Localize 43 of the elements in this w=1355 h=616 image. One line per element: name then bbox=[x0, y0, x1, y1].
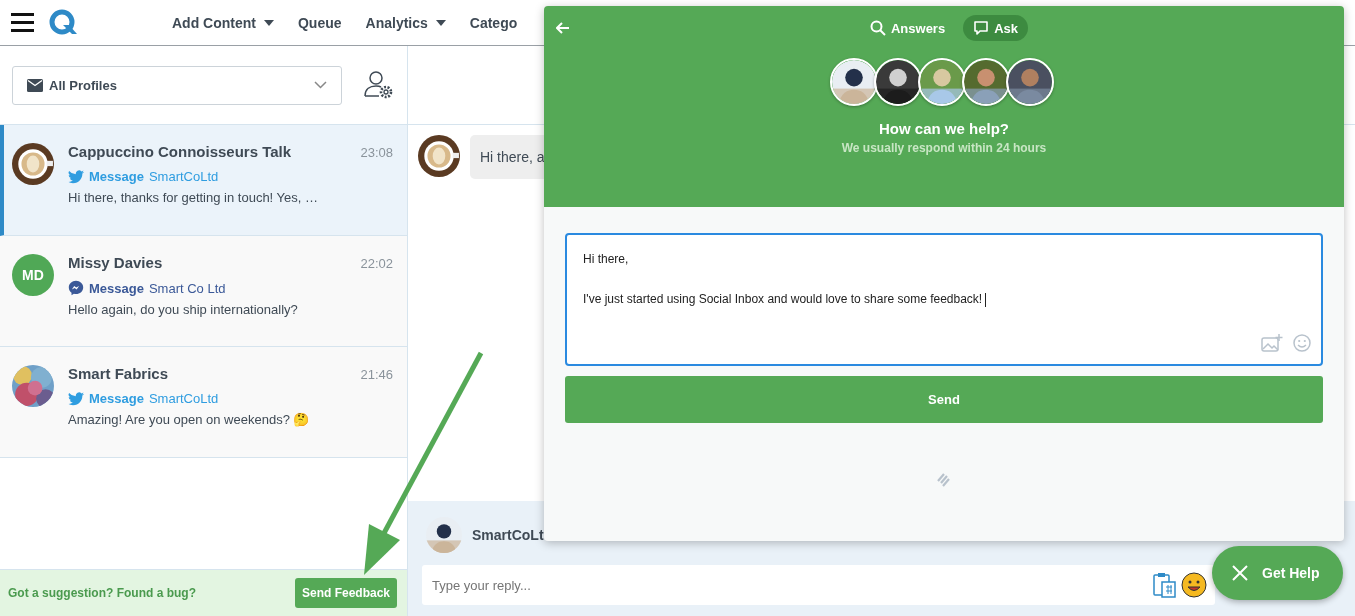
account-name: SmartCoLtd bbox=[148, 391, 219, 406]
message-time: 22:02 bbox=[360, 256, 393, 271]
clipboard-icon[interactable] bbox=[1153, 572, 1177, 598]
message-type: Message bbox=[89, 280, 144, 296]
feedback-prompt: Got a suggestion? Found a bug? bbox=[8, 586, 196, 600]
close-icon bbox=[1232, 565, 1248, 581]
contact-name: Cappuccino Connoisseurs Talk bbox=[68, 143, 292, 160]
message-preview: Amazing! Are you open on weekends? 🤔 bbox=[68, 412, 311, 427]
initials-avatar: MD bbox=[12, 254, 54, 296]
nav-item[interactable]: Catego bbox=[469, 14, 518, 31]
message-preview: Hello again, do you ship internationally? bbox=[68, 302, 299, 317]
speech-bubble-icon bbox=[973, 20, 990, 36]
message-time: 21:46 bbox=[360, 367, 393, 382]
help-subtitle: We usually respond within 24 hours bbox=[841, 141, 1047, 155]
nav-item[interactable]: Queue bbox=[298, 14, 342, 31]
help-tab[interactable]: Ask bbox=[963, 15, 1029, 41]
conversation-item[interactable]: Smart Fabrics 21:46 Message SmartCoLtd Amazing! Are you open on weekends? 🤔 bbox=[0, 347, 407, 458]
message-preview: Hi there, thanks for getting in touch! Yes, … bbox=[68, 190, 320, 205]
nav-item[interactable]: Analytics bbox=[365, 14, 446, 31]
messenger-icon bbox=[68, 280, 84, 296]
contact-name: Missy Davies bbox=[68, 254, 163, 271]
message-type: Message bbox=[89, 391, 144, 406]
user-settings-icon[interactable] bbox=[364, 70, 394, 100]
profile-dropdown[interactable]: All Profiles bbox=[12, 65, 342, 105]
reply-author: SmartCoLt bbox=[472, 527, 544, 543]
search-icon bbox=[869, 20, 886, 36]
bird-icon bbox=[68, 169, 84, 184]
reply-field[interactable]: Type your reply... bbox=[422, 565, 1215, 605]
nav-item[interactable]: Add Content bbox=[172, 14, 274, 31]
contact-name: Smart Fabrics bbox=[68, 365, 169, 382]
emoji-icon[interactable] bbox=[1181, 572, 1207, 598]
account-name: Smart Co Ltd bbox=[148, 280, 226, 296]
envelope-icon bbox=[27, 78, 43, 92]
menu-icon[interactable] bbox=[11, 13, 34, 32]
chevron-icon bbox=[314, 81, 327, 89]
message-time: 23:08 bbox=[360, 145, 393, 160]
slashes-icon bbox=[937, 473, 951, 487]
message-type: Message bbox=[89, 169, 144, 184]
account-name: SmartCoLtd bbox=[148, 169, 219, 184]
help-title: How can we help? bbox=[879, 120, 1009, 137]
bird-icon bbox=[68, 391, 84, 406]
conversation-item[interactable]: Cappuccino Connoisseurs Talk 23:08 Message SmartCoLtd Hi there, thanks for getting in touch! Yes, … bbox=[0, 125, 407, 236]
conversation-item[interactable]: MD Missy Davies 22:02 Message Smart Co Ltd Hello again, do you ship internationally? bbox=[0, 236, 407, 347]
